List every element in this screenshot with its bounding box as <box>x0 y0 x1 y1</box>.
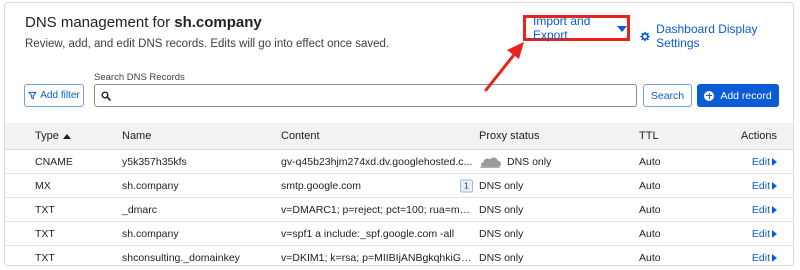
record-content: v=spf1 a include:_spf.google.com -all <box>281 227 455 240</box>
caret-right-icon <box>772 157 777 166</box>
edit-label: Edit <box>751 251 770 264</box>
record-ttl: Auto <box>639 155 661 168</box>
record-type: MX <box>35 179 51 192</box>
page-subtitle: Review, add, and edit DNS records. Edits… <box>25 38 390 50</box>
sort-ascending-icon <box>62 133 71 139</box>
record-type: TXT <box>35 251 55 264</box>
import-export-label: Import and Export <box>533 14 591 42</box>
page-title: DNS management for sh.company <box>25 14 262 31</box>
proxy-status: DNS only <box>479 227 524 240</box>
dns-management-panel: DNS management for sh.company Review, ad… <box>4 2 794 266</box>
edit-label: Edit <box>751 179 770 192</box>
column-header-proxy-status: Proxy status <box>479 130 540 142</box>
filter-icon <box>28 91 37 100</box>
proxy-status: DNS only <box>479 155 552 168</box>
caret-right-icon <box>772 253 777 262</box>
record-name: sh.company <box>122 227 179 240</box>
table-row: CNAME y5k357h35kfs gv-q45b23hjm274xd.dv.… <box>5 150 793 174</box>
record-ttl: Auto <box>639 179 661 192</box>
table-row: TXT _dmarc v=DMARC1; p=reject; pct=100; … <box>5 198 793 222</box>
edit-label: Edit <box>751 203 770 216</box>
edit-record-button[interactable]: Edit <box>752 252 777 264</box>
dns-records-table: Type Name Content Proxy status TTL Actio… <box>5 123 793 265</box>
record-type: TXT <box>35 227 55 240</box>
title-prefix: DNS management for <box>25 14 175 31</box>
table-row: TXT shconsulting._domainkey v=DKIM1; k=r… <box>5 246 793 265</box>
column-header-type[interactable]: Type <box>35 130 71 142</box>
record-content: v=DKIM1; k=rsa; p=MIIBIjANBgkqhkiG9w... <box>281 251 473 264</box>
plus-circle-icon <box>704 90 715 101</box>
caret-right-icon <box>772 205 777 214</box>
record-content: gv-q45b23hjm274xd.dv.googlehosted.c... <box>281 155 473 168</box>
record-name: shconsulting._domainkey <box>122 251 240 264</box>
edit-record-button[interactable]: Edit <box>752 204 777 216</box>
search-field[interactable] <box>94 84 637 107</box>
edit-label: Edit <box>751 155 770 168</box>
column-header-type-label: Type <box>35 130 59 142</box>
record-name: _dmarc <box>122 203 158 216</box>
search-button[interactable]: Search <box>643 84 692 107</box>
edit-label: Edit <box>751 227 770 240</box>
add-filter-button[interactable]: Add filter <box>24 84 84 107</box>
record-type: CNAME <box>35 155 73 168</box>
column-header-ttl: TTL <box>639 130 659 142</box>
gear-icon <box>640 31 650 41</box>
add-filter-label: Add filter <box>40 90 80 101</box>
add-record-button[interactable]: Add record <box>697 84 779 107</box>
record-ttl: Auto <box>639 227 661 240</box>
dashboard-display-settings-label: Dashboard Display Settings <box>656 22 758 50</box>
edit-record-button[interactable]: Edit <box>752 156 777 168</box>
table-row: MX sh.company smtp.google.com 1 DNS only… <box>5 174 793 198</box>
column-header-content: Content <box>281 130 320 142</box>
caret-down-icon <box>617 25 627 32</box>
proxy-status: DNS only <box>479 179 524 192</box>
proxy-status-label: DNS only <box>507 155 552 168</box>
record-type: TXT <box>35 203 55 216</box>
add-record-label: Add record <box>720 89 772 102</box>
column-header-actions: Actions <box>740 130 777 142</box>
table-row: TXT sh.company v=spf1 a include:_spf.goo… <box>5 222 793 246</box>
record-name: y5k357h35kfs <box>122 155 187 168</box>
dashboard-display-settings-link[interactable]: Dashboard Display Settings <box>640 22 793 50</box>
import-export-button[interactable]: Import and Export <box>523 14 630 42</box>
priority-badge: 1 <box>460 179 473 192</box>
record-name: sh.company <box>122 179 179 192</box>
cloud-icon <box>480 157 501 168</box>
record-ttl: Auto <box>639 203 661 216</box>
edit-record-button[interactable]: Edit <box>752 180 777 192</box>
search-icon <box>101 91 111 101</box>
domain-name: sh.company <box>174 14 262 31</box>
search-label: Search DNS Records <box>94 72 185 83</box>
record-content: smtp.google.com <box>281 179 361 192</box>
proxy-status: DNS only <box>479 203 524 216</box>
edit-record-button[interactable]: Edit <box>752 228 777 240</box>
record-content: v=DMARC1; p=reject; pct=100; rua=mail... <box>281 203 473 216</box>
proxy-status: DNS only <box>479 251 524 264</box>
caret-right-icon <box>772 229 777 238</box>
table-header: Type Name Content Proxy status TTL Actio… <box>5 123 793 150</box>
column-header-name: Name <box>122 130 152 142</box>
record-ttl: Auto <box>639 251 661 264</box>
caret-right-icon <box>772 181 777 190</box>
search-input[interactable] <box>115 85 636 106</box>
